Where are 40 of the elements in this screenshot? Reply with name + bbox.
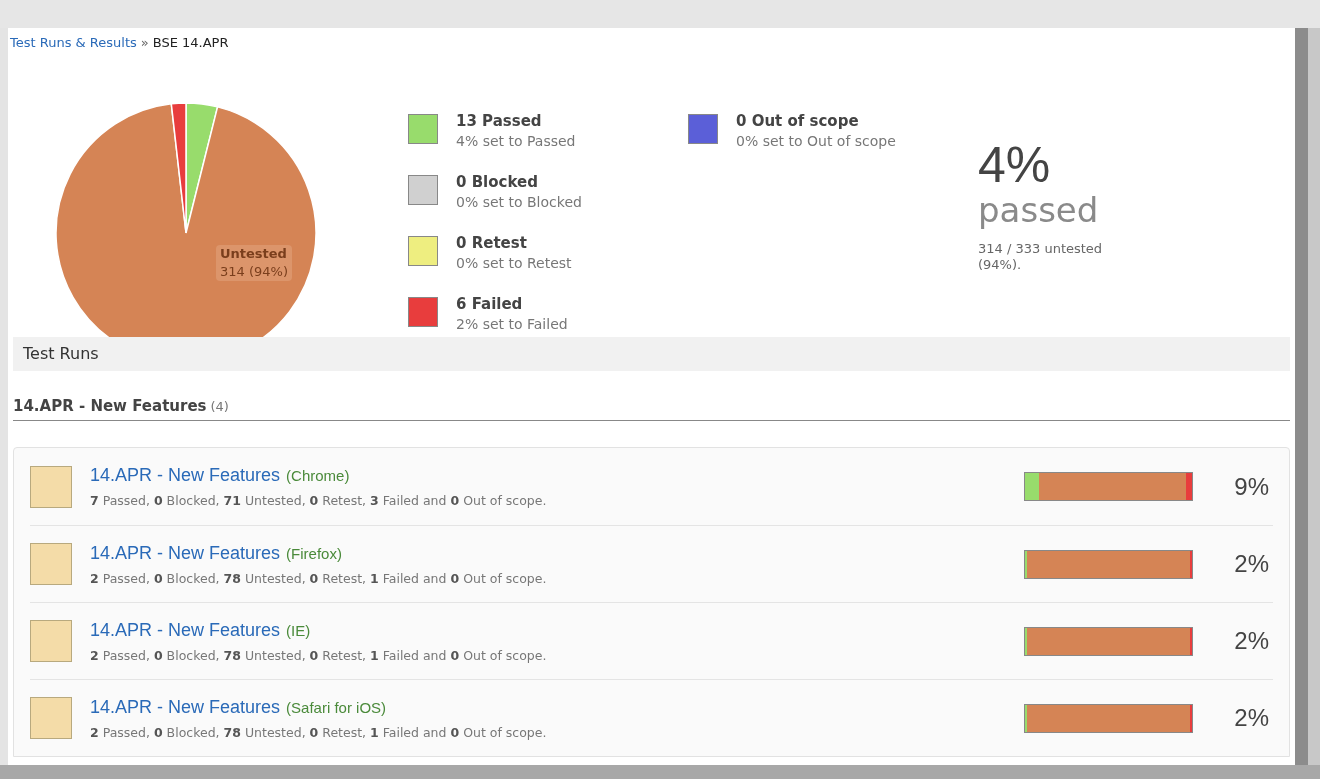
group-title: 14.APR - New Features xyxy=(13,395,207,417)
legend-title: 0 Out of scope xyxy=(736,110,860,131)
run-config: (Firefox) xyxy=(286,543,342,564)
run-link[interactable]: 14.APR - New Features xyxy=(90,462,281,490)
run-config: (Chrome) xyxy=(286,466,350,487)
breadcrumb-link[interactable]: Test Runs & Results xyxy=(10,33,137,53)
run-config: (Safari for iOS) xyxy=(286,697,387,718)
run-summary: 7 Passed, 0 Blocked, 71 Untested, 0 Retest, 3 Failed and 0 Out of scope. xyxy=(90,492,547,511)
run-percent: 2% xyxy=(1233,626,1270,656)
legend-title: 0 Blocked xyxy=(456,171,539,192)
legend-subtitle: 0% set to Blocked xyxy=(456,192,582,212)
legend-title: 13 Passed xyxy=(456,110,543,131)
run-config: (IE) xyxy=(286,620,311,641)
run-link[interactable]: 14.APR - New Features xyxy=(90,693,281,721)
legend-title: 0 Retest xyxy=(456,232,528,253)
run-icon xyxy=(30,620,72,662)
legend-title: 6 Failed xyxy=(456,293,524,314)
legend-subtitle: 2% set to Failed xyxy=(456,314,568,334)
run-link[interactable]: 14.APR - New Features xyxy=(90,539,281,567)
group-count: (4) xyxy=(210,397,229,416)
run-icon xyxy=(30,465,72,508)
pass-percentage: 4% xyxy=(978,138,1052,191)
run-percent: 9% xyxy=(1233,471,1270,502)
run-percent: 2% xyxy=(1233,703,1270,733)
breadcrumb-separator: » xyxy=(140,34,149,52)
section-header: Test Runs xyxy=(13,336,1290,371)
breadcrumb-current: BSE 14.APR xyxy=(152,34,229,52)
run-summary: 2 Passed, 0 Blocked, 78 Untested, 0 Retest, 1 Failed and 0 Out of scope. xyxy=(90,569,547,588)
run-summary: 2 Passed, 0 Blocked, 78 Untested, 0 Retest, 1 Failed and 0 Out of scope. xyxy=(90,723,547,742)
run-icon xyxy=(30,697,72,739)
run-percent: 2% xyxy=(1233,549,1270,579)
untested-note: 314 / 333 untested (94%). xyxy=(978,240,1104,273)
legend-subtitle: 0% set to Retest xyxy=(456,253,572,273)
chart-tooltip: Untested 314 (94%) xyxy=(216,244,292,281)
pass-label: passed xyxy=(978,190,1100,229)
run-icon xyxy=(30,543,72,585)
run-link[interactable]: 14.APR - New Features xyxy=(90,616,281,644)
run-summary: 2 Passed, 0 Blocked, 78 Untested, 0 Retest, 1 Failed and 0 Out of scope. xyxy=(90,646,547,665)
legend-subtitle: 0% set to Out of scope xyxy=(736,131,896,151)
legend-subtitle: 4% set to Passed xyxy=(456,131,576,151)
